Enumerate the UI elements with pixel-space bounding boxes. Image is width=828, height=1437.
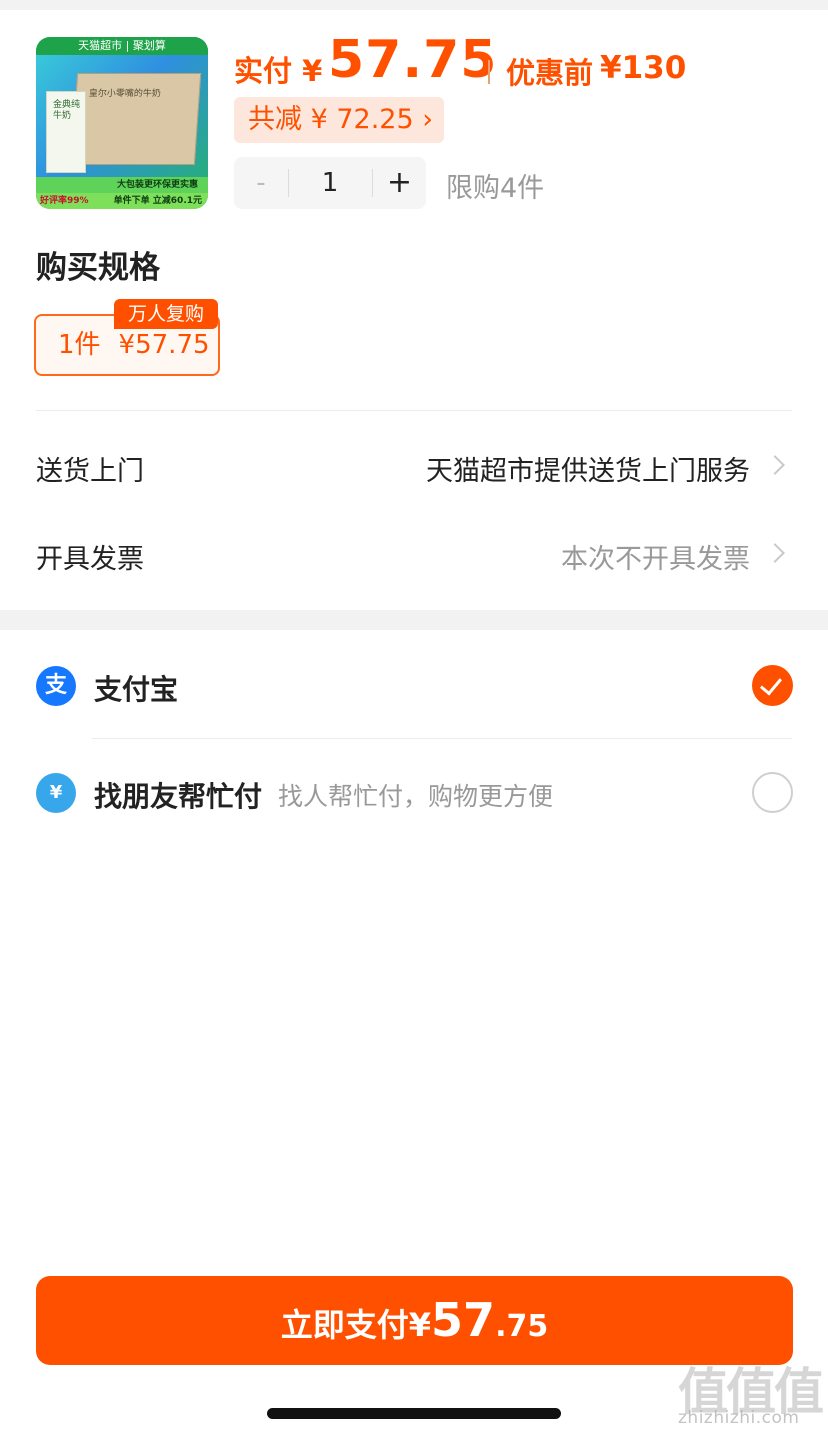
- watermark-url: zhizhizhi.com: [678, 1408, 800, 1428]
- discount-detail-button[interactable]: 共减 ¥ 72.25 ›: [234, 97, 444, 143]
- pay-button-amount-dec: .75: [495, 1309, 549, 1344]
- invoice-value: 本次不开具发票: [561, 544, 750, 575]
- thumbnail-box-label: 皇尔小零嘴的牛奶: [88, 89, 162, 99]
- thumbnail-box-image: 皇尔小零嘴的牛奶: [70, 73, 202, 165]
- increase-quantity-button[interactable]: +: [373, 157, 426, 209]
- thumbnail-bottom-band: 好评率99% 单件下单 立减60.1元: [36, 193, 208, 209]
- thumbnail-carton-text: 金典纯牛奶: [53, 100, 81, 121]
- original-price-amount: ¥130: [600, 50, 687, 86]
- delivery-label: 送货上门: [36, 456, 144, 487]
- chevron-right-icon: [765, 455, 785, 475]
- home-indicator[interactable]: [267, 1408, 561, 1419]
- friend-pay-icon: ¥: [36, 773, 76, 813]
- purchase-limit-text: 限购4件: [446, 173, 545, 204]
- product-thumbnail[interactable]: 天猫超市 | 聚划算 皇尔小零嘴的牛奶 金典纯牛奶 大包装更环保更实惠 好评率9…: [36, 37, 208, 209]
- alipay-label: 支付宝: [94, 673, 179, 706]
- section-separator-band: [0, 610, 828, 630]
- thumbnail-carton-image: 金典纯牛奶: [46, 91, 86, 173]
- quantity-stepper: - 1 +: [234, 157, 426, 209]
- alipay-icon: 支: [36, 666, 76, 706]
- paid-amount: 57.75: [328, 30, 498, 90]
- pay-button-label: 立即支付¥: [280, 1306, 432, 1344]
- decrease-quantity-button[interactable]: -: [234, 157, 288, 209]
- delivery-value: 天猫超市提供送货上门服务: [426, 456, 750, 487]
- chevron-right-icon: [765, 543, 785, 563]
- spec-section-title: 购买规格: [36, 250, 160, 286]
- friend-pay-label: 找朋友帮忙付: [94, 780, 263, 813]
- invoice-label: 开具发票: [36, 544, 144, 575]
- thumbnail-rating: 好评率99%: [40, 196, 89, 206]
- unselected-radio-icon[interactable]: [752, 772, 793, 813]
- price-divider: [488, 60, 490, 84]
- thumbnail-green-band: 大包装更环保更实惠: [36, 177, 208, 193]
- original-price-label: 优惠前: [506, 56, 594, 90]
- discount-detail-text: 共减 ¥ 72.25 ›: [248, 104, 434, 135]
- thumbnail-header: 天猫超市 | 聚划算: [36, 37, 208, 55]
- selected-check-icon[interactable]: [752, 665, 793, 706]
- friend-pay-description: 找人帮忙付，购物更方便: [278, 782, 554, 811]
- quantity-value[interactable]: 1: [289, 157, 371, 209]
- spec-option-price: ¥57.75: [118, 330, 210, 360]
- pay-button-amount-int: 57: [431, 1293, 496, 1347]
- spec-option-count: 1件: [58, 330, 101, 360]
- payment-divider: [92, 738, 792, 739]
- paid-label: 实付 ¥: [234, 54, 323, 88]
- top-divider-strip: [0, 0, 828, 10]
- section-divider: [36, 410, 792, 411]
- thumbnail-discount-text: 单件下单 立减60.1元: [113, 196, 202, 206]
- repurchase-badge: 万人复购: [114, 299, 218, 329]
